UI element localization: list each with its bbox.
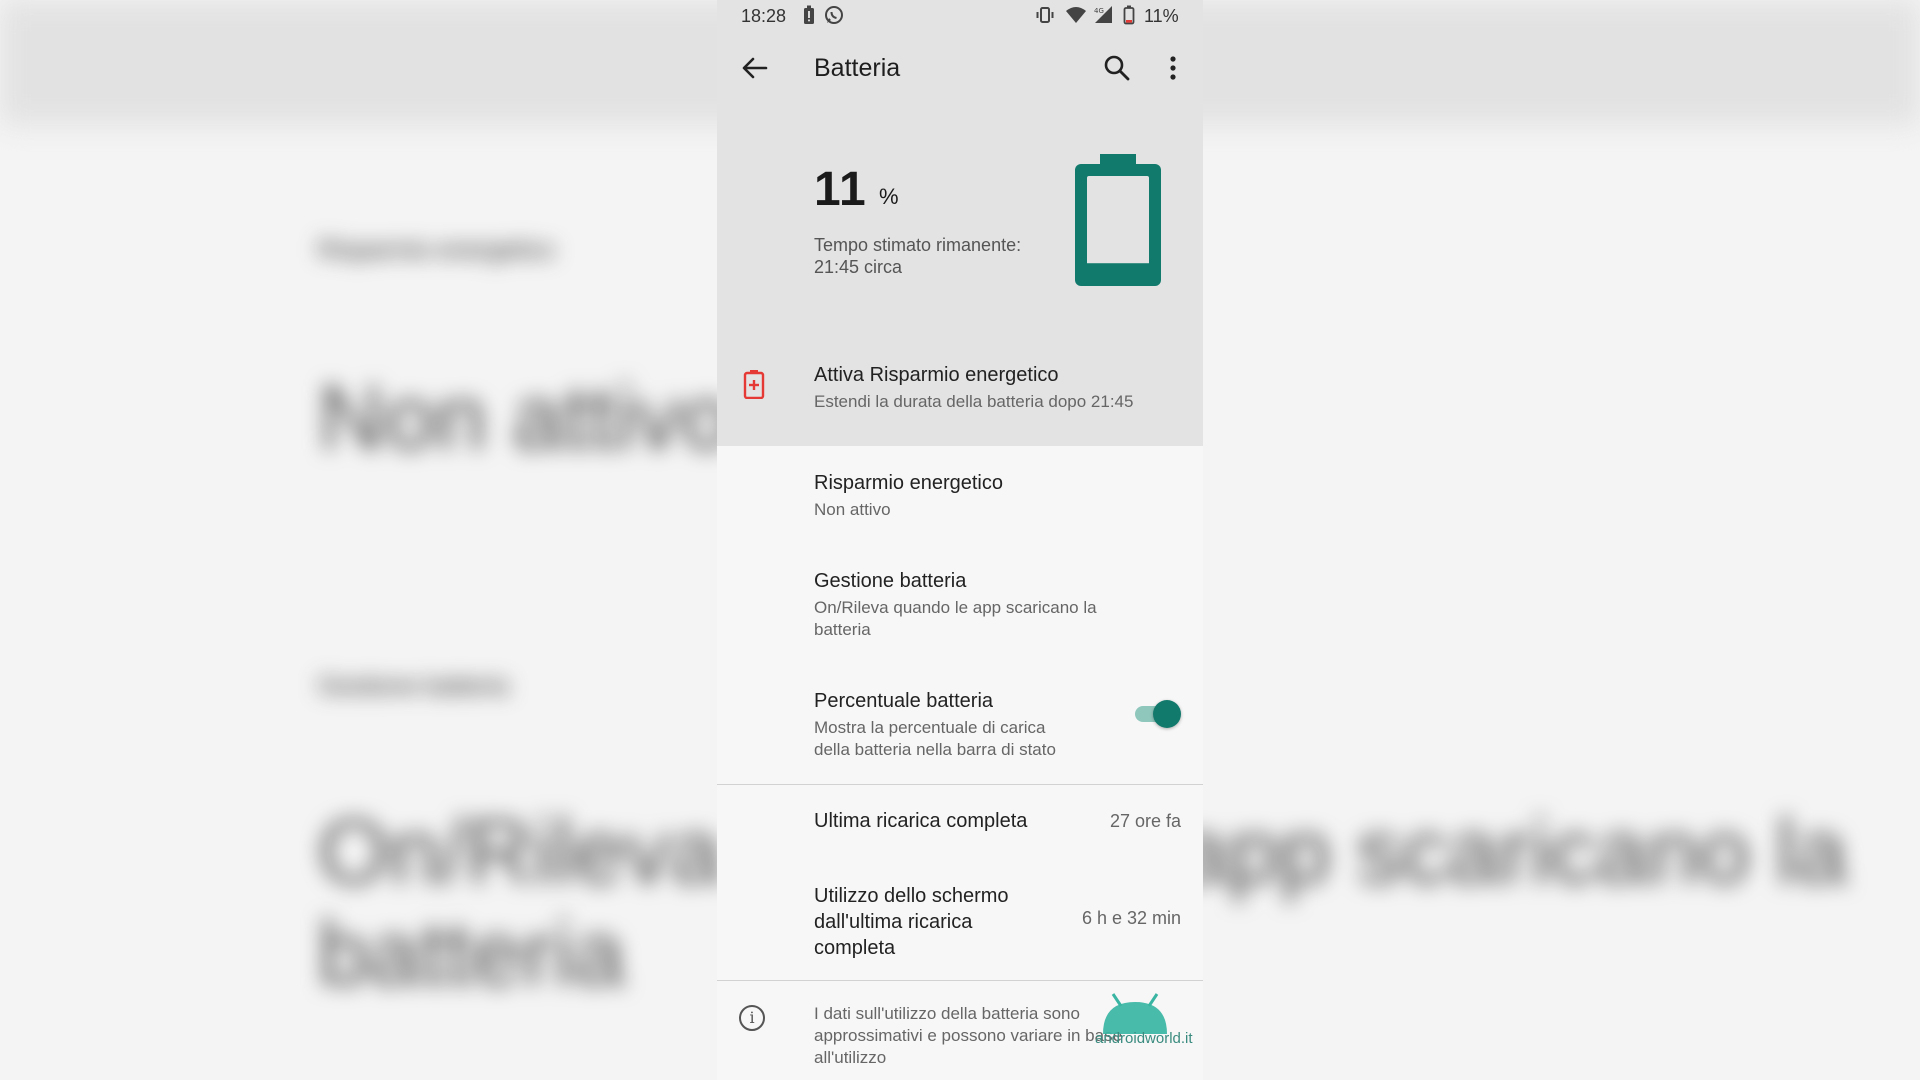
more-options-button[interactable] [1155, 50, 1191, 86]
subtitle-line: batteria [814, 620, 871, 639]
screen-usage-row: Utilizzo dello schermo dall'ultima ricar… [717, 855, 1203, 980]
footer-text: I dati sull'utilizzo della batteria sono… [814, 1003, 1122, 1069]
estimated-time-label: Tempo stimato rimanente: [814, 235, 1022, 255]
battery-alert-icon [803, 5, 815, 30]
status-time: 18:28 [741, 6, 787, 26]
battery-saver-suggestion[interactable]: Attiva Risparmio energetico Estendi la d… [717, 326, 1203, 446]
setting-subtitle: Mostra la percentuale di carica della ba… [814, 717, 1056, 761]
battery-header: 11 % Tempo stimato rimanente: 21:45 circ… [717, 108, 1203, 326]
wifi-icon [1065, 5, 1087, 30]
blurred-text: batteria [318, 903, 625, 1005]
svg-text:4G: 4G [1094, 7, 1104, 15]
footer-line: approssimativi e possono variare in base [814, 1026, 1123, 1045]
search-button[interactable] [1099, 50, 1135, 86]
setting-title: Risparmio energetico [814, 472, 1003, 494]
saver-suggestion-title: Attiva Risparmio energetico [814, 364, 1059, 386]
title-line: dall'ultima ricarica [814, 911, 973, 933]
setting-title: Percentuale batteria [814, 690, 994, 712]
subtitle-line: Mostra la percentuale di carica [814, 718, 1046, 737]
setting-subtitle: On/Rileva quando le app scaricano la bat… [814, 597, 1097, 641]
info-icon: i [739, 1005, 765, 1031]
setting-subtitle: Non attivo [814, 500, 891, 519]
battery-low-icon [1123, 5, 1135, 30]
footer-line: all'utilizzo [814, 1048, 887, 1067]
battery-percentage-toggle[interactable] [1133, 700, 1181, 728]
more-vert-icon [1170, 56, 1176, 80]
search-icon [1104, 55, 1130, 81]
battery-fill [1087, 263, 1149, 274]
battery-level-icon [1075, 154, 1161, 286]
setting-title: Gestione batteria [814, 570, 967, 592]
app-bar: Batteria [717, 32, 1203, 108]
subtitle-line: della batteria nella barra di stato [814, 740, 1056, 759]
blurred-text: Gestione batteria [318, 672, 509, 700]
blurred-text: Risparmio energetico [318, 236, 555, 264]
signal-icon: 4G [1093, 5, 1115, 30]
last-full-charge-row: Ultima ricarica completa 27 ore fa [717, 785, 1203, 855]
blurred-text: Non attivo [318, 367, 733, 469]
battery-level: 11 [814, 163, 867, 216]
page-title: Batteria [814, 54, 901, 82]
battery-saver-setting[interactable]: Risparmio energetico Non attivo [717, 446, 1203, 546]
estimated-time-value: 21:45 circa [814, 257, 903, 277]
title-line: Utilizzo dello schermo [814, 885, 1009, 907]
watermark-text: androidworld.it [1095, 1030, 1193, 1047]
footer-line: I dati sull'utilizzo della batteria sono [814, 1004, 1080, 1023]
whatsapp-icon [824, 5, 844, 30]
stat-title: Ultima ricarica completa [814, 810, 1028, 832]
status-bar: 18:28 4G 11% [717, 0, 1203, 32]
estimated-time: Tempo stimato rimanente: 21:45 circa [814, 234, 1054, 278]
stat-value: 27 ore fa [1109, 811, 1181, 831]
vibrate-icon [1035, 5, 1055, 30]
saver-suggestion-subtitle: Estendi la durata della batteria dopo 21… [814, 392, 1134, 411]
back-button[interactable] [737, 50, 773, 86]
arrow-back-icon [742, 57, 768, 79]
phone-screen: 18:28 4G 11% Batteria 11 % Tempo stimato… [717, 0, 1203, 1080]
toggle-thumb [1153, 700, 1181, 728]
battery-manager-setting[interactable]: Gestione batteria On/Rileva quando le ap… [717, 546, 1203, 666]
stat-title: Utilizzo dello schermo dall'ultima ricar… [814, 883, 1009, 961]
status-battery-percent: 11% [1144, 6, 1179, 26]
stat-value: 6 h e 32 min [1081, 908, 1181, 928]
battery-level-unit: % [879, 184, 899, 209]
subtitle-line: On/Rileva quando le app scaricano la [814, 598, 1097, 617]
title-line: completa [814, 937, 896, 959]
battery-saver-icon [743, 370, 765, 399]
battery-percentage-setting[interactable]: Percentuale batteria Mostra la percentua… [717, 666, 1203, 784]
